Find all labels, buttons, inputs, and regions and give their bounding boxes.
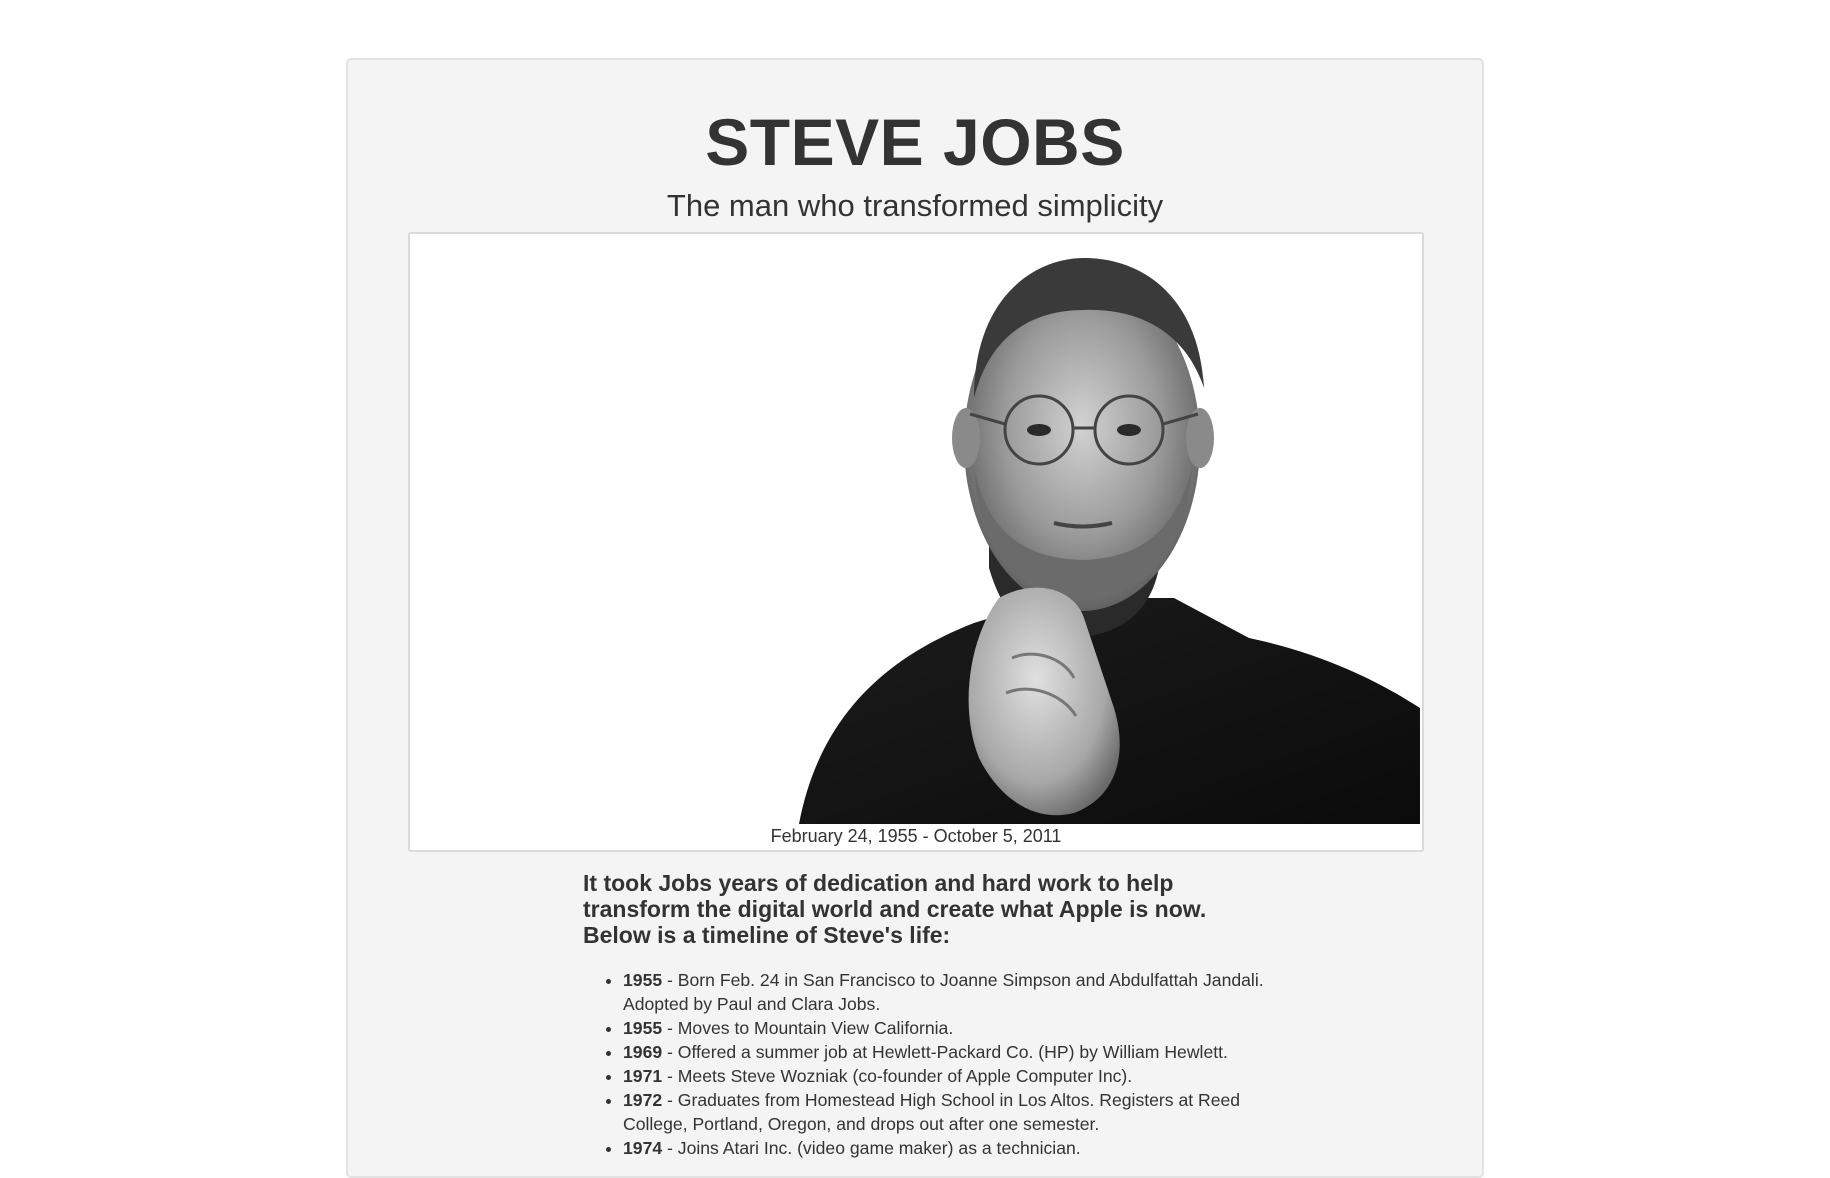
timeline-year: 1974 <box>623 1138 663 1158</box>
timeline-text: - Moves to Mountain View California. <box>662 1018 954 1038</box>
list-item: 1969 - Offered a summer job at Hewlett-P… <box>623 1040 1303 1064</box>
list-item: 1955 - Moves to Mountain View California… <box>623 1016 1303 1040</box>
portrait-photo <box>414 238 1420 824</box>
timeline-year: 1972 <box>623 1090 663 1110</box>
timeline-text: - Offered a summer job at Hewlett-Packar… <box>662 1042 1228 1062</box>
timeline-year: 1955 <box>623 970 663 990</box>
list-item: 1972 - Graduates from Homestead High Sch… <box>623 1088 1303 1136</box>
list-item: 1974 - Joins Atari Inc. (video game make… <box>623 1136 1303 1160</box>
page-subtitle: The man who transformed simplicity <box>666 188 1164 223</box>
intro-paragraph: It took Jobs years of dedication and har… <box>583 870 1207 948</box>
image-figure: February 24, 1955 - October 5, 2011 <box>408 232 1424 852</box>
timeline-list: 1955 - Born Feb. 24 in San Francisco to … <box>583 968 1303 1160</box>
timeline-text: - Graduates from Homestead High School i… <box>623 1090 1241 1134</box>
timeline-text: - Born Feb. 24 in San Francisco to Joann… <box>623 970 1264 1014</box>
timeline-text: - Meets Steve Wozniak (co-founder of App… <box>662 1066 1133 1086</box>
image-caption: February 24, 1955 - October 5, 2011 <box>770 826 1062 846</box>
tribute-card: STEVE JOBS The man who transformed simpl… <box>346 58 1484 1178</box>
portrait-illustration <box>414 238 1420 824</box>
timeline-year: 1955 <box>623 1018 663 1038</box>
timeline-year: 1971 <box>623 1066 663 1086</box>
page-title: STEVE JOBS <box>705 105 1125 179</box>
list-item: 1955 - Born Feb. 24 in San Francisco to … <box>623 968 1303 1016</box>
list-item: 1971 - Meets Steve Wozniak (co-founder o… <box>623 1064 1303 1088</box>
timeline-year: 1969 <box>623 1042 663 1062</box>
timeline-text: - Joins Atari Inc. (video game maker) as… <box>662 1138 1081 1158</box>
